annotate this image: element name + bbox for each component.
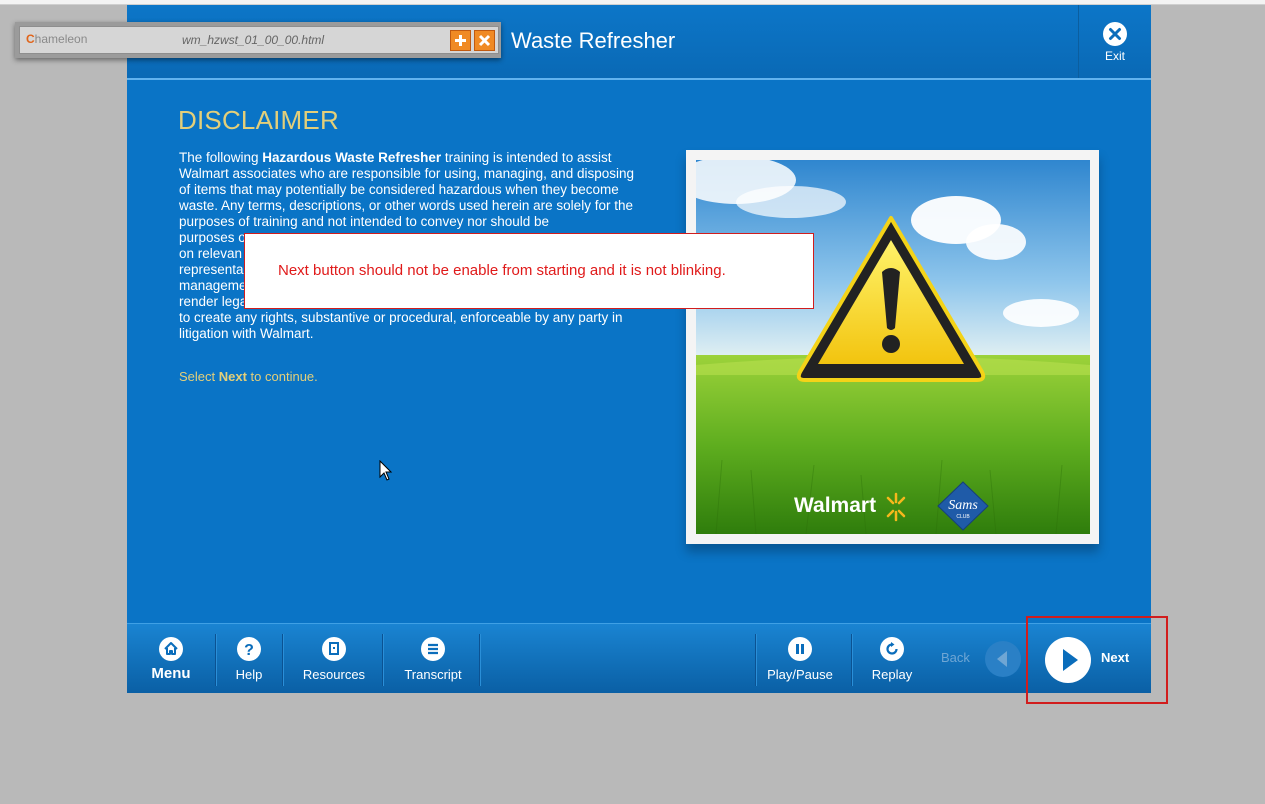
list-icon: [421, 637, 445, 661]
help-label: Help: [235, 667, 263, 682]
document-icon: [322, 637, 346, 661]
chameleon-filename: wm_hzwst_01_00_00.html: [182, 33, 325, 47]
svg-text:?: ?: [244, 642, 254, 659]
course-title: Waste Refresher: [511, 28, 676, 53]
toolbar-divider: [382, 634, 384, 686]
para-bold: Hazardous Waste Refresher: [262, 150, 442, 165]
replay-button[interactable]: Replay: [865, 624, 919, 693]
resources-label: Resources: [302, 667, 366, 682]
back-arrow-icon: [985, 641, 1021, 677]
home-icon: [159, 637, 183, 661]
chameleon-logo: Chameleon: [26, 32, 88, 46]
page-heading: DISCLAIMER: [178, 105, 339, 135]
exit-button[interactable]: Exit: [1078, 5, 1151, 78]
para-intro: The following: [179, 150, 263, 165]
plus-icon[interactable]: [450, 30, 471, 51]
toolbar-divider: [851, 634, 853, 686]
chameleon-logo-text: hameleon: [34, 32, 88, 46]
menu-button[interactable]: Menu: [141, 624, 201, 693]
course-window: Waste Refresher Exit DISCLAIMER The foll…: [127, 5, 1151, 693]
close-icon[interactable]: [474, 30, 495, 51]
continue-instruction: Select Next to continue.: [179, 369, 318, 384]
line-purposes: purposes o: [179, 230, 246, 245]
close-icon: [1103, 22, 1127, 46]
toolbar-divider: [215, 634, 217, 686]
back-label: Back: [941, 650, 970, 665]
resources-button[interactable]: Resources: [297, 624, 371, 693]
hazard-warning-image: Walmart Sams CLUB: [696, 160, 1090, 534]
help-button[interactable]: ? Help: [223, 624, 275, 693]
menu-label: Menu: [151, 665, 191, 682]
chameleon-toolbar[interactable]: Chameleon wm_hzwst_01_00_00.html: [15, 22, 501, 58]
next-highlight-box: [1026, 616, 1168, 704]
play-pause-button[interactable]: Play/Pause: [763, 624, 837, 693]
continue-suffix: to continue.: [246, 369, 318, 384]
toolbar-divider: [755, 634, 757, 686]
exit-label: Exit: [1104, 49, 1125, 63]
chameleon-bar: Chameleon wm_hzwst_01_00_00.html: [19, 26, 499, 54]
continue-prefix: Select: [179, 369, 219, 384]
mouse-cursor-icon: [379, 459, 393, 487]
line-manageme: manageme: [179, 278, 247, 293]
question-icon: ?: [237, 637, 261, 661]
toolbar-divider: [479, 634, 481, 686]
line-representa: representa: [179, 262, 244, 277]
walmart-logo-text: Walmart: [794, 494, 876, 517]
pause-icon: [788, 637, 812, 661]
line-relevant: on relevan: [179, 246, 243, 261]
sams-club-sub: CLUB: [956, 514, 970, 520]
review-annotation: Next button should not be enable from st…: [244, 233, 814, 309]
replay-label: Replay: [871, 667, 913, 682]
sams-logo-text: Sams: [948, 498, 978, 513]
continue-next-word: Next: [218, 369, 247, 384]
replay-icon: [880, 637, 904, 661]
hazard-image-frame: Walmart Sams CLUB: [686, 150, 1099, 544]
bottom-toolbar: Menu ? Help Resources Transcript Play/Pa…: [127, 623, 1151, 693]
annotation-text: Next button should not be enable from st…: [278, 262, 726, 279]
back-button[interactable]: Back: [939, 624, 1029, 693]
play-pause-label: Play/Pause: [767, 667, 833, 682]
toolbar-divider: [282, 634, 284, 686]
transcript-label: Transcript: [404, 667, 462, 682]
transcript-button[interactable]: Transcript: [397, 624, 469, 693]
